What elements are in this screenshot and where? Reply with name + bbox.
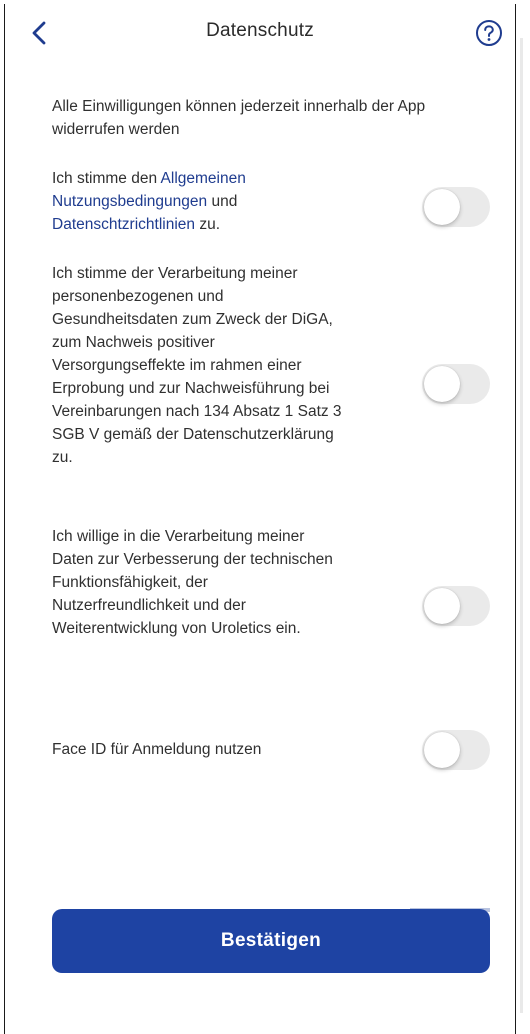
consent-improvement-text: Ich willige in die Verarbeitung meiner D… xyxy=(52,528,333,637)
toggle-improvement[interactable] xyxy=(422,586,490,626)
consent-terms-text: Ich stimme den Allgemeinen Nutzungsbedin… xyxy=(52,167,352,236)
frame-border-left xyxy=(4,4,5,1034)
consent-terms-prefix: Ich stimme den xyxy=(52,170,161,187)
help-button[interactable] xyxy=(475,19,503,47)
consent-terms-middle: und xyxy=(207,193,238,210)
privacy-policy-link[interactable]: Datenschtzrichtlinien xyxy=(52,216,195,233)
nav-header: Datenschutz xyxy=(5,8,515,56)
consent-data-processing-text: Ich stimme der Verarbeitung meiner perso… xyxy=(52,265,342,466)
confirm-button[interactable]: Bestätigen xyxy=(52,909,490,973)
frame-border-right xyxy=(515,4,516,1034)
intro-text: Alle Einwilligungen können jederzeit inn… xyxy=(52,98,426,138)
toggle-data-processing[interactable] xyxy=(422,364,490,404)
toggle-face-id[interactable] xyxy=(422,730,490,770)
toggle-knob xyxy=(424,366,460,402)
question-circle-icon xyxy=(476,20,502,46)
page-title: Datenschutz xyxy=(206,20,314,41)
consent-terms-suffix: zu. xyxy=(195,216,220,233)
toggle-knob xyxy=(424,732,460,768)
scroll-track xyxy=(520,38,523,1013)
toggle-terms[interactable] xyxy=(422,187,490,227)
toggle-knob xyxy=(424,588,460,624)
consent-face-id-text: Face ID für Anmeldung nutzen xyxy=(52,741,262,758)
toggle-knob xyxy=(424,189,460,225)
